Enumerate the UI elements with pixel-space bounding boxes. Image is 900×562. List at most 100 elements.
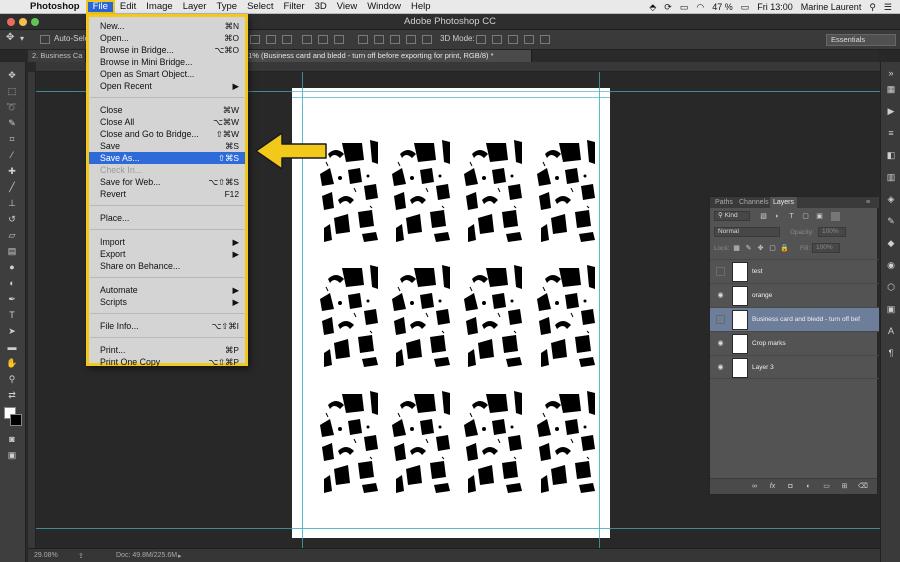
history-icon[interactable]: ▦ [885,84,897,95]
filter-kind-select[interactable]: ⚲ Kind [714,211,750,221]
crop-tool-icon[interactable]: ⌗ [5,134,19,145]
menu-item-save[interactable]: Save ⌘S [89,140,245,152]
menu-item-print[interactable]: Print... ⌘P [89,344,245,356]
menu-app-name[interactable]: Photoshop [24,1,86,12]
zoom-level[interactable]: 29.08% [34,552,58,559]
align-top-icon[interactable] [250,35,260,44]
layer-name[interactable]: Crop marks [752,340,877,347]
swatches-icon[interactable]: ▥ [885,172,897,183]
screen-mode-icon[interactable]: ▣ [5,450,19,461]
tab-paths[interactable]: Paths [712,197,736,208]
filter-pixel-icon[interactable]: ▧ [759,212,768,221]
menu-select[interactable]: Select [242,0,278,14]
visibility-toggle[interactable] [716,315,725,324]
lock-artboard-icon[interactable]: ▢ [768,244,777,253]
guide-horizontal[interactable] [36,528,880,529]
menu-layer[interactable]: Layer [178,0,212,14]
dropbox-icon[interactable]: ⬘ [649,2,656,13]
menu-type[interactable]: Type [211,0,242,14]
opacity-input[interactable]: 100% [818,227,846,237]
3d-slide-icon[interactable] [524,35,534,44]
menu-item-new[interactable]: New... ⌘N [89,20,245,32]
menu-item-save-for-web[interactable]: Save for Web... ⌥⇧⌘S [89,176,245,188]
layer-row[interactable]: ◉ orange [710,283,879,307]
filter-adjustment-icon[interactable]: ◐ [773,212,782,221]
menu-item-browse-in-mini-bridge[interactable]: Browse in Mini Bridge... [89,56,245,68]
layers-icon[interactable]: ◆ [885,238,897,249]
link-layers-icon[interactable]: ∞ [750,482,759,491]
move-tool-icon[interactable]: ✥ [6,32,14,43]
shape-tool-icon[interactable]: ▬ [5,342,19,353]
menu-item-browse-in-bridge[interactable]: Browse in Bridge... ⌥⌘O [89,44,245,56]
brush-tool-icon[interactable]: ╱ [5,182,19,193]
user-name[interactable]: Marine Laurent [801,2,862,12]
menu-item-revert[interactable]: Revert F12 [89,188,245,200]
menu-image[interactable]: Image [141,0,177,14]
lock-pixels-icon[interactable]: ✎ [744,244,753,253]
menu-help[interactable]: Help [406,0,436,14]
battery-icon[interactable]: ▭ [741,2,750,13]
filter-shape-icon[interactable]: ▢ [801,212,810,221]
trash-icon[interactable]: ⌫ [858,482,868,491]
menu-item-automate[interactable]: Automate ▶ [89,284,245,296]
lock-position-icon[interactable]: ✥ [756,244,765,253]
menu-3d[interactable]: 3D [310,0,332,14]
marquee-tool-icon[interactable]: ⬚ [5,86,19,97]
sync-icon[interactable]: ⟳ [664,2,672,13]
gradient-tool-icon[interactable]: ▤ [5,246,19,257]
distribute-vcenter-icon[interactable] [374,35,384,44]
swap-colors-icon[interactable]: ⇄ [5,390,19,401]
actions-icon[interactable]: ▶ [885,106,897,117]
tab-layers[interactable]: Layers [770,197,798,208]
menu-item-open-recent[interactable]: Open Recent ▶ [89,80,245,92]
distribute-top-icon[interactable] [358,35,368,44]
filter-toggle[interactable] [831,212,840,221]
guide-vertical[interactable] [599,72,600,548]
eye-icon[interactable]: ◉ [716,291,725,300]
lock-transparent-icon[interactable]: ▦ [732,244,741,253]
eraser-tool-icon[interactable]: ▱ [5,230,19,241]
quick-select-tool-icon[interactable]: ✎ [5,118,19,129]
share-icon[interactable]: ⇪ [78,552,84,560]
filter-type-icon[interactable]: T [787,212,796,221]
distribute-bottom-icon[interactable] [390,35,400,44]
add-mask-icon[interactable]: ◘ [786,482,795,491]
workspace-select[interactable]: Essentials [826,34,896,46]
lasso-tool-icon[interactable]: ➰ [5,102,19,113]
auto-select-checkbox[interactable] [40,35,50,44]
collapse-icon[interactable]: » [885,68,897,79]
clock[interactable]: Fri 13:00 [757,2,793,12]
display-icon[interactable]: ▭ [680,2,689,13]
layer-name[interactable]: Business card and bledd - turn off bef [752,316,877,323]
tab-channels[interactable]: Channels [736,197,772,208]
paragraph-icon[interactable]: ¶ [885,348,897,359]
menu-item-place[interactable]: Place... [89,212,245,224]
menu-view[interactable]: View [332,0,362,14]
lock-all-icon[interactable]: 🔒 [780,244,789,253]
blur-tool-icon[interactable]: ● [5,262,19,273]
tool-preset-chevron-icon[interactable]: ▾ [20,34,24,43]
visibility-toggle[interactable] [716,267,725,276]
vertical-ruler[interactable] [28,72,36,548]
menu-item-save-as[interactable]: Save As... ⇧⌘S [89,152,245,164]
properties-icon[interactable]: ≡ [885,128,897,139]
menu-item-open-as-smart-object[interactable]: Open as Smart Object... [89,68,245,80]
layer-row-selected[interactable]: Business card and bledd - turn off bef [710,307,879,331]
paths-icon[interactable]: ⬡ [885,282,897,293]
3d-roll-icon[interactable] [492,35,502,44]
move-tool-icon[interactable]: ✥ [5,70,19,81]
layer-name[interactable]: orange [752,292,877,299]
align-right-icon[interactable] [334,35,344,44]
document-size[interactable]: Doc: 49.8M/225.6M [116,552,177,559]
adjustments-icon[interactable]: ◧ [885,150,897,161]
align-vcenter-icon[interactable] [266,35,276,44]
quick-mask-icon[interactable]: ◙ [5,434,19,445]
guide-horizontal[interactable] [292,97,610,98]
styles-icon[interactable]: ◈ [885,194,897,205]
menu-item-share-on-behance[interactable]: Share on Behance... [89,260,245,272]
status-menu-icon[interactable]: ▸ [178,552,182,560]
tab-business-card[interactable]: 2. Business Ca [28,50,86,62]
align-bottom-icon[interactable] [282,35,292,44]
new-layer-icon[interactable]: ⊞ [840,482,849,491]
menu-item-import[interactable]: Import ▶ [89,236,245,248]
